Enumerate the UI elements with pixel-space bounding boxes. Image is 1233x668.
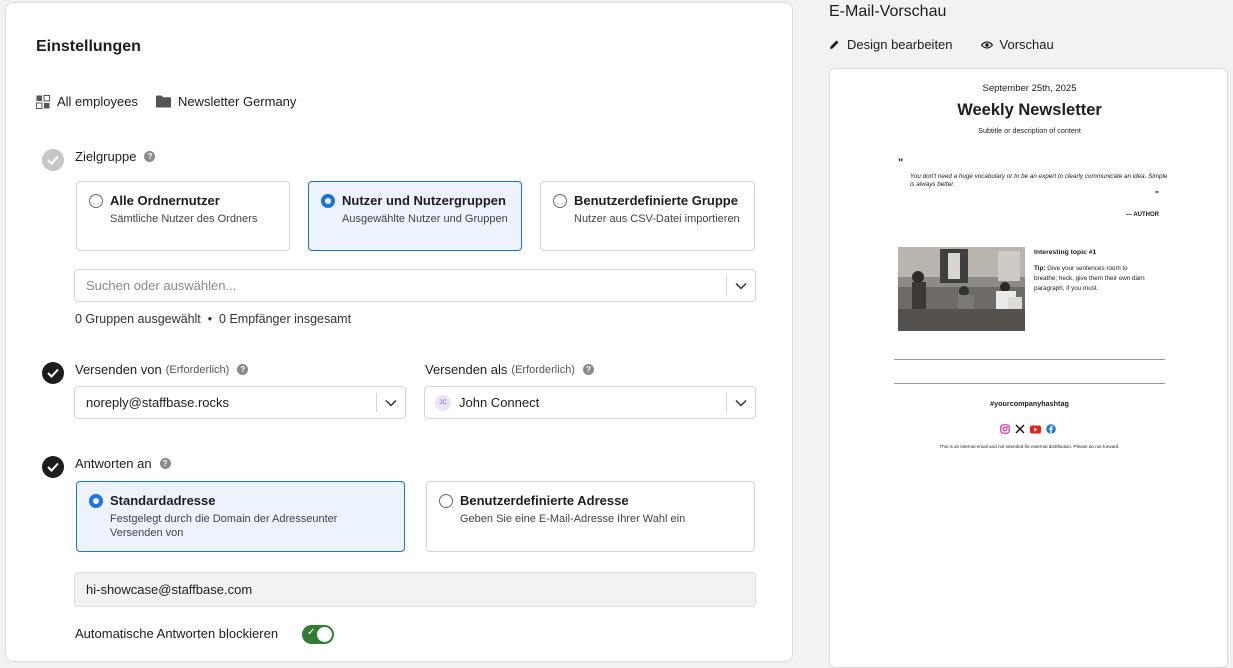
option-standardadresse[interactable]: Standardadresse Festgelegt durch die Dom… bbox=[76, 481, 405, 552]
step-check-icon bbox=[42, 362, 64, 384]
breadcrumb: All employees Newsletter Germany bbox=[36, 94, 314, 109]
option-description: Ausgewählte Nutzer und Gruppen bbox=[342, 213, 508, 225]
sender-email-select[interactable]: noreply@staffbase.rocks bbox=[74, 386, 406, 419]
toggle-knob bbox=[317, 627, 332, 642]
open-quote-icon: " bbox=[898, 157, 904, 169]
option-benutzerdefinierte-adresse[interactable]: Benutzerdefinierte Adresse Geben Sie ein… bbox=[426, 481, 755, 552]
radio-button[interactable] bbox=[321, 194, 335, 208]
tip-label: Tip: bbox=[1034, 265, 1046, 272]
option-title: Benutzerdefinierte Adresse bbox=[460, 493, 629, 508]
close-quote-icon: " bbox=[1155, 190, 1159, 199]
newsletter-subtitle: Subtitle or description of content bbox=[978, 126, 1081, 135]
social-links bbox=[1000, 421, 1061, 439]
page-title: Einstellungen bbox=[36, 38, 141, 55]
facebook-icon[interactable] bbox=[1046, 421, 1056, 439]
option-benutzerdefinierte-gruppe[interactable]: Benutzerdefinierte Gruppe Nutzer aus CSV… bbox=[540, 181, 755, 251]
pencil-icon bbox=[830, 40, 839, 49]
sender-name-select[interactable]: JC John Connect bbox=[424, 386, 756, 419]
youtube-icon[interactable] bbox=[1030, 421, 1041, 439]
edit-design-label: Design bearbeiten bbox=[847, 37, 953, 52]
section-title: Antworten an bbox=[75, 456, 152, 471]
newsletter-heading: Weekly Newsletter bbox=[957, 101, 1102, 119]
section-title: Versenden als bbox=[425, 362, 508, 377]
antworten-an-label: Antworten an ? bbox=[75, 456, 171, 471]
grid-icon bbox=[36, 94, 50, 109]
help-icon[interactable]: ? bbox=[144, 151, 156, 162]
option-description: Nutzer aus CSV-Datei importieren bbox=[574, 213, 740, 225]
radio-button[interactable] bbox=[439, 494, 453, 508]
avatar: JC bbox=[435, 394, 451, 411]
check-icon: ✓ bbox=[307, 627, 316, 638]
radio-button[interactable] bbox=[89, 194, 103, 208]
preview-button[interactable]: Vorschau bbox=[980, 37, 1054, 52]
required-hint: (Erforderlich) bbox=[511, 363, 575, 376]
step-check-icon bbox=[42, 456, 64, 478]
folder-icon bbox=[155, 95, 171, 108]
section-title: Versenden von bbox=[75, 362, 162, 377]
option-title: Standardadresse bbox=[110, 493, 216, 508]
option-title: Benutzerdefinierte Gruppe bbox=[574, 193, 738, 208]
divider bbox=[894, 383, 1165, 384]
option-description: Sämtliche Nutzer des Ordners bbox=[110, 213, 258, 225]
option-description: Geben Sie eine E-Mail-Adresse Ihrer Wahl… bbox=[460, 513, 686, 525]
newsletter-author: — AUTHOR bbox=[1125, 212, 1159, 218]
required-hint: (Erforderlich) bbox=[165, 363, 230, 376]
help-icon[interactable]: ? bbox=[582, 364, 594, 375]
divider bbox=[894, 359, 1165, 360]
sender-email-value: noreply@staffbase.rocks bbox=[86, 395, 230, 410]
eye-icon bbox=[980, 40, 993, 49]
option-description: Festgelegt durch die Domain der Adresseu… bbox=[110, 513, 338, 539]
option-title: Alle Ordnernutzer bbox=[110, 193, 220, 208]
option-title: Nutzer und Nutzergruppen bbox=[342, 193, 506, 208]
hashtag: #yourcompanyhashtag bbox=[990, 399, 1069, 408]
breadcrumb-label: All employees bbox=[57, 94, 138, 109]
newsletter-date: September 25th, 2025 bbox=[982, 83, 1077, 94]
tip-text: Give your sentences room to breathe; hec… bbox=[1034, 265, 1145, 292]
zielgruppe-label: Zielgruppe ? bbox=[75, 149, 156, 164]
versenden-als-label: Versenden als (Erforderlich) ? bbox=[425, 362, 594, 377]
preview-title: E-Mail-Vorschau bbox=[829, 3, 947, 20]
email-preview-frame: September 25th, 2025 Weekly Newsletter S… bbox=[829, 68, 1228, 668]
recipient-summary: 0 Gruppen ausgewählt • 0 Empfänger insge… bbox=[75, 312, 352, 326]
auto-reply-label: Automatische Antworten blockieren bbox=[75, 626, 279, 641]
auto-reply-toggle[interactable]: ✓ bbox=[302, 625, 334, 644]
preview-actions: Design bearbeiten Vorschau bbox=[829, 37, 1082, 52]
chevron-down-icon[interactable] bbox=[377, 399, 405, 407]
chevron-down-icon[interactable] bbox=[727, 399, 755, 407]
breadcrumb-all-employees[interactable]: All employees bbox=[36, 94, 138, 109]
reply-to-address-field: hi-showcase@staffbase.com bbox=[74, 572, 756, 607]
versenden-von-label: Versenden von (Erforderlich) ? bbox=[75, 362, 249, 377]
edit-design-button[interactable]: Design bearbeiten bbox=[829, 37, 953, 52]
help-icon[interactable]: ? bbox=[159, 458, 171, 469]
chevron-down-icon[interactable] bbox=[727, 282, 755, 290]
radio-button[interactable] bbox=[89, 494, 103, 508]
breadcrumb-label: Newsletter Germany bbox=[177, 94, 297, 109]
newsletter-quote: You don't need a huge vocabulary or to b… bbox=[910, 173, 1168, 188]
help-icon[interactable]: ? bbox=[237, 364, 249, 375]
preview-label: Vorschau bbox=[999, 37, 1054, 52]
x-icon[interactable] bbox=[1015, 421, 1025, 439]
instagram-icon[interactable] bbox=[1000, 421, 1010, 439]
option-alle-ordnernutzer[interactable]: Alle Ordnernutzer Sämtliche Nutzer des O… bbox=[76, 181, 290, 251]
sender-name-value: John Connect bbox=[459, 395, 540, 410]
step-check-icon bbox=[42, 149, 64, 171]
disclaimer: This is an internal email and not intend… bbox=[939, 444, 1120, 449]
topic-body: Tip: Give your sentences room to breathe… bbox=[1034, 264, 1152, 294]
option-nutzer-und-nutzergruppen[interactable]: Nutzer und Nutzergruppen Ausgewählte Nut… bbox=[308, 181, 522, 251]
search-placeholder[interactable]: Suchen oder auswählen... bbox=[75, 278, 726, 293]
topic-photo bbox=[898, 247, 1025, 331]
section-title: Zielgruppe bbox=[75, 149, 137, 164]
breadcrumb-newsletter-germany[interactable]: Newsletter Germany bbox=[155, 94, 297, 109]
radio-button[interactable] bbox=[553, 194, 567, 208]
recipient-search-select[interactable]: Suchen oder auswählen... bbox=[74, 269, 756, 302]
topic-title: Interesting topic #1 bbox=[1034, 249, 1097, 256]
